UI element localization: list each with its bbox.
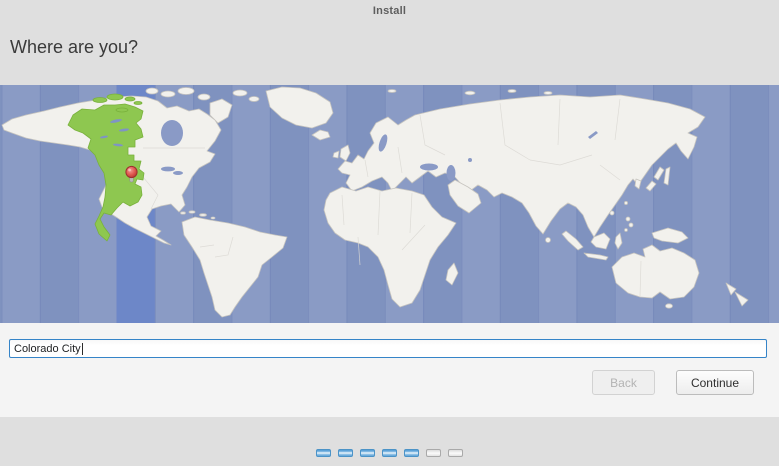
city-input-text: Colorado City	[14, 342, 81, 355]
continue-button[interactable]: Continue	[676, 370, 754, 395]
timezone-map[interactable]	[0, 85, 779, 323]
progress-dot	[382, 449, 397, 457]
back-button[interactable]: Back	[592, 370, 655, 395]
text-caret	[81, 342, 83, 355]
progress-dot	[448, 449, 463, 457]
footer-bar	[0, 417, 779, 466]
titlebar: Install	[0, 0, 779, 22]
world-map[interactable]	[0, 85, 779, 323]
progress-dot	[426, 449, 441, 457]
progress-dot	[360, 449, 375, 457]
window-title: Install	[372, 5, 407, 17]
progress-dot	[338, 449, 353, 457]
progress-dot	[404, 449, 419, 457]
page-heading: Where are you?	[10, 37, 139, 57]
progress-dots	[0, 449, 779, 457]
progress-dot	[316, 449, 331, 457]
location-panel: Colorado City Back Continue	[0, 323, 779, 417]
installer-window: Install Where are you? Colorado City Bac…	[0, 0, 779, 466]
city-search-input[interactable]: Colorado City	[9, 339, 767, 358]
